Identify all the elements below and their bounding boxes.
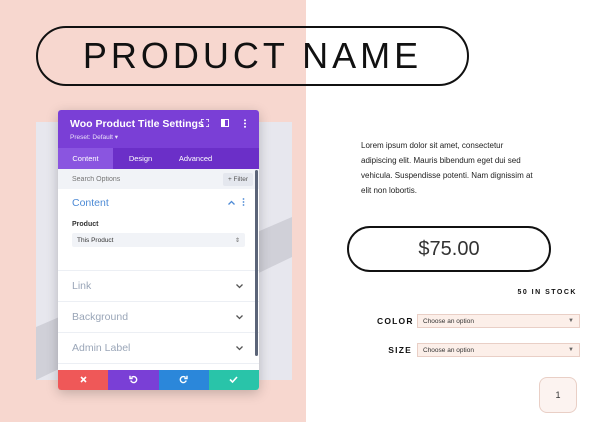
close-icon [80, 375, 87, 385]
product-price: $75.00 [418, 237, 480, 260]
size-label: SIZE [388, 345, 412, 355]
panel-scrollbar[interactable] [255, 170, 258, 356]
product-title: PRODUCT NAME [82, 35, 423, 76]
link-section[interactable]: Link [58, 271, 259, 302]
action-bar [58, 370, 259, 390]
more-vertical-icon[interactable] [240, 119, 249, 130]
tab-advanced[interactable]: Advanced [168, 148, 223, 169]
select-arrows-icon: ⇕ [234, 237, 240, 244]
product-select-value: This Product [77, 236, 114, 244]
chevron-down-icon [236, 282, 243, 291]
color-select-value: Choose an option [423, 317, 474, 325]
caret-down-icon: ▼ [568, 318, 574, 324]
search-options-input[interactable] [72, 175, 192, 183]
preset-selector[interactable]: Preset: Default ▾ [70, 133, 247, 141]
panel-header[interactable]: Woo Product Title Settings Preset: Defau… [58, 110, 259, 148]
product-title-module[interactable]: PRODUCT NAME [36, 26, 469, 86]
color-select[interactable]: Choose an option ▼ [417, 314, 580, 328]
chevron-up-icon[interactable] [228, 198, 235, 208]
content-section-title[interactable]: Content [72, 197, 109, 209]
background-section[interactable]: Background [58, 302, 259, 333]
content-section: Content Product This Product ⇕ [58, 189, 259, 271]
discard-button[interactable] [58, 370, 109, 390]
expand-icon[interactable] [199, 118, 210, 130]
color-label: COLOR [377, 316, 414, 326]
tab-design[interactable]: Design [113, 148, 168, 169]
product-select[interactable]: This Product ⇕ [72, 233, 245, 247]
panel-tabs: Content Design Advanced [58, 148, 259, 169]
background-section-title: Background [72, 311, 129, 323]
filter-button[interactable]: + Filter [222, 172, 253, 186]
admin-label-section[interactable]: Admin Label [58, 333, 259, 364]
caret-down-icon: ▼ [568, 347, 574, 353]
redo-button[interactable] [158, 370, 209, 390]
check-icon [229, 375, 238, 385]
redo-icon [179, 375, 188, 386]
link-section-title: Link [72, 280, 92, 292]
settings-panel: Woo Product Title Settings Preset: Defau… [58, 110, 259, 390]
save-button[interactable] [208, 370, 259, 390]
size-select-value: Choose an option [423, 346, 474, 354]
quantity-input[interactable]: 1 [539, 377, 577, 413]
admin-label-section-title: Admin Label [72, 342, 131, 354]
split-view-icon[interactable] [220, 119, 229, 130]
product-price-module: $75.00 [347, 226, 551, 272]
product-description: Lorem ipsum dolor sit amet, consectetur … [361, 141, 533, 195]
product-field-label: Product [72, 221, 99, 228]
color-variation-row: COLOR Choose an option ▼ [377, 314, 580, 328]
chevron-down-icon [236, 313, 243, 322]
chevron-down-icon [236, 344, 243, 353]
tab-content[interactable]: Content [58, 148, 113, 169]
search-row: + Filter [58, 169, 259, 189]
more-vertical-icon[interactable] [242, 198, 245, 208]
stock-status: 50 IN STOCK [517, 289, 577, 296]
size-select[interactable]: Choose an option ▼ [417, 343, 580, 357]
undo-icon [129, 375, 138, 386]
undo-button[interactable] [108, 370, 159, 390]
size-variation-row: SIZE Choose an option ▼ [377, 343, 580, 357]
